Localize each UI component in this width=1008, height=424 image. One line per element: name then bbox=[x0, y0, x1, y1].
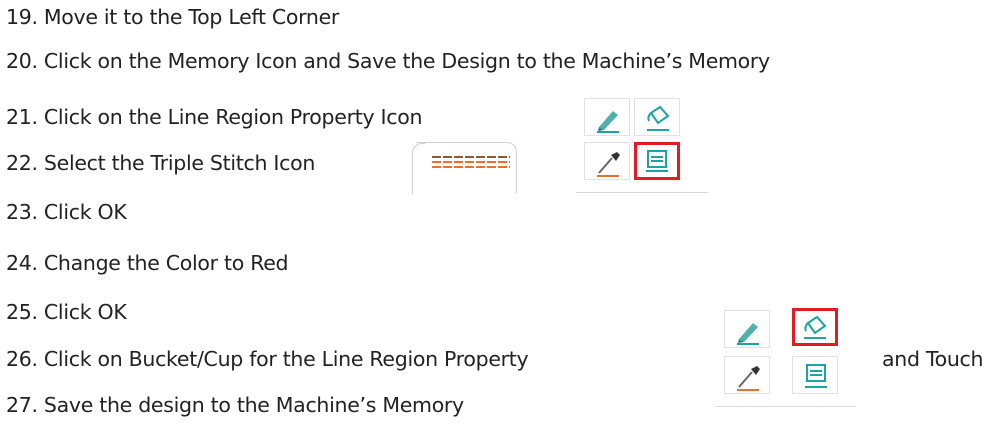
eyedropper-icon[interactable] bbox=[724, 356, 770, 394]
step-22: 22. Select the Triple Stitch Icon bbox=[6, 151, 316, 175]
step-25: 25. Click OK bbox=[6, 300, 127, 324]
pen-icon[interactable] bbox=[724, 310, 770, 348]
bucket-icon[interactable] bbox=[792, 308, 838, 346]
step-21: 21. Click on the Line Region Property Ic… bbox=[6, 105, 423, 129]
line-region-icon-panel bbox=[576, 94, 708, 193]
step-24: 24. Change the Color to Red bbox=[6, 251, 289, 275]
step-26-suffix: and Touch bbox=[882, 347, 984, 371]
step-27: 27. Save the design to the Machine’s Mem… bbox=[6, 393, 464, 417]
step-19: 19. Move it to the Top Left Corner bbox=[6, 5, 340, 29]
line-region-property-icon[interactable] bbox=[634, 142, 680, 180]
bucket-icon[interactable] bbox=[634, 98, 680, 136]
line-region-property-icon[interactable] bbox=[792, 356, 838, 394]
triple-stitch-icon[interactable] bbox=[432, 152, 512, 172]
step-20: 20. Click on the Memory Icon and Save th… bbox=[6, 49, 770, 73]
line-region-icon-panel-2 bbox=[716, 306, 856, 407]
pen-icon[interactable] bbox=[584, 98, 630, 136]
eyedropper-icon[interactable] bbox=[584, 142, 630, 180]
step-23: 23. Click OK bbox=[6, 200, 127, 224]
step-26: 26. Click on Bucket/Cup for the Line Reg… bbox=[6, 347, 529, 371]
